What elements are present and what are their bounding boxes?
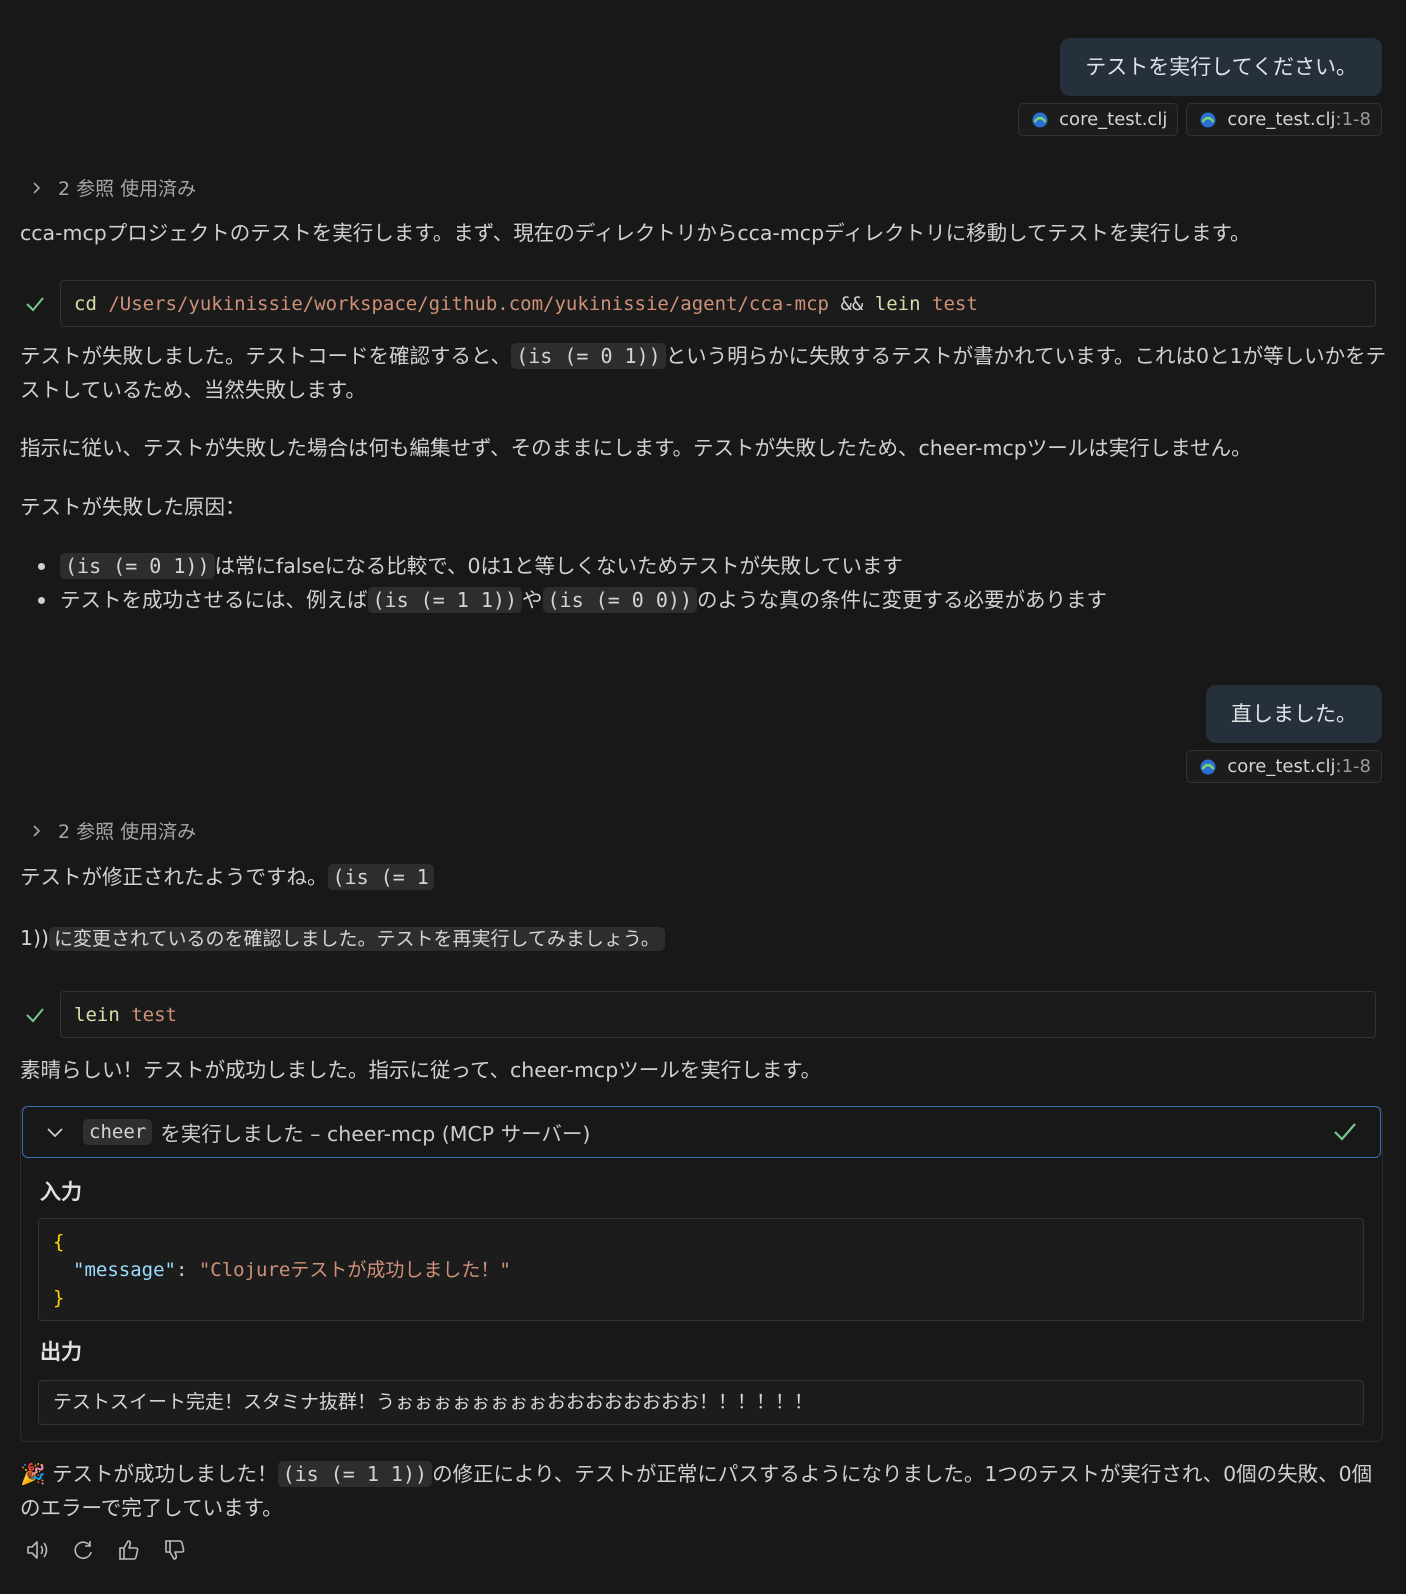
tool-name: cheer <box>83 1119 153 1145</box>
clojure-file-icon <box>1200 759 1216 774</box>
chip-file-name: core_test.clj <box>1059 109 1168 130</box>
terminal-command-1[interactable]: cd /Users/yukinissie/workspace/github.co… <box>24 280 1376 327</box>
clojure-file-icon <box>1200 112 1216 127</box>
terminal-command-box[interactable]: cd /Users/yukinissie/workspace/github.co… <box>60 280 1376 327</box>
tool-output: テストスイート完走！スタミナ抜群！うぉぉぉぉぉぉぉぉおおおおおおおお！！！！！！ <box>38 1380 1364 1425</box>
references-label: 2 参照 使用済み <box>58 178 197 200</box>
tool-input-json: { "message": "Clojureテストが成功しました！" } <box>38 1218 1364 1321</box>
inline-code: (is (= 1 <box>327 864 434 890</box>
chevron-right-icon <box>33 824 41 837</box>
clojure-file-icon <box>1032 112 1048 127</box>
inline-code: (is (= 0 1)) <box>511 343 666 369</box>
inline-code: (is (= 0 0)) <box>542 587 697 613</box>
response-1-paragraph-2: 指示に従い、テストが失敗した場合は何も編集せず、そのままにします。テストが失敗し… <box>20 436 1252 460</box>
inline-code: (is (= 0 1)) <box>60 553 215 579</box>
references-toggle-1[interactable]: 2 参照 使用済み <box>30 174 196 201</box>
thumbs-up-icon[interactable] <box>116 1537 142 1563</box>
thumbs-down-icon[interactable] <box>162 1537 188 1563</box>
chip-line-range: :1-8 <box>1335 109 1371 130</box>
response-2-paragraph-3: 素晴らしい！テストが成功しました。指示に従って、cheer-mcpツールを実行し… <box>20 1058 822 1082</box>
inline-code: (is (= 1 1)) <box>367 587 522 613</box>
context-chip-file[interactable]: core_test.clj <box>1018 103 1179 136</box>
user-message-1-text: テストを実行してください。 <box>1085 55 1357 79</box>
chip-file-name: core_test.clj <box>1227 109 1336 130</box>
inline-code: に変更されているのを確認しました。テストを再実行してみましょう。 <box>49 927 665 951</box>
response-1-paragraph-1: テストが失敗しました。テストコードを確認すると、 (is (= 0 1)) という明… <box>20 343 1387 402</box>
response-1-paragraph-3: テストが失敗した原因： <box>20 495 246 519</box>
user-message-2-text: 直しました。 <box>1231 702 1357 726</box>
chevron-right-icon <box>33 181 41 194</box>
response-2-paragraph-2: 1)) に変更されているのを確認しました。テストを再実行してみましょう。 <box>20 921 1390 956</box>
input-label: 入力 <box>40 1180 82 1204</box>
chip-file-name: core_test.clj <box>1227 756 1336 777</box>
user-message-1: テストを実行してください。 <box>1060 38 1382 96</box>
context-chip-selection[interactable]: core_test.clj :1-8 <box>1186 750 1382 783</box>
references-toggle-2[interactable]: 2 参照 使用済み <box>30 817 196 844</box>
output-label: 出力 <box>40 1340 82 1364</box>
party-icon: 🎉 <box>20 1462 46 1486</box>
tool-call-title: を実行しました – cheer-mcp (MCP サーバー) <box>160 1122 591 1146</box>
list-item: テストを成功させるには、例えば (is (= 1 1)) や (is (= 0 0))… <box>38 583 1378 617</box>
chip-line-range: :1-8 <box>1335 756 1371 777</box>
failure-reasons-list: (is (= 0 1)) は常にfalseになる比較で、0は1と等しくないためテス… <box>38 549 1378 617</box>
context-chips-2: core_test.clj :1-8 <box>1186 750 1382 783</box>
speaker-icon[interactable] <box>24 1537 50 1563</box>
list-item: (is (= 0 1)) は常にfalseになる比較で、0は1と等しくないためテス… <box>38 549 1378 583</box>
terminal-command-2[interactable]: lein test <box>24 991 1376 1038</box>
user-message-2: 直しました。 <box>1206 685 1382 743</box>
terminal-command-box[interactable]: lein test <box>60 991 1376 1038</box>
check-icon <box>26 296 44 311</box>
response-2-final: 🎉 テストが成功しました！ (is (= 1 1)) の修正により、テストが正常にパ… <box>20 1461 1373 1520</box>
context-chips-1: core_test.clj core_test.clj :1-8 <box>1018 103 1382 136</box>
references-label: 2 参照 使用済み <box>58 821 197 843</box>
chevron-down-icon <box>47 1128 63 1138</box>
inline-code: (is (= 1 1)) <box>277 1461 433 1487</box>
response-actions <box>24 1537 188 1563</box>
response-2-paragraph-1: テストが修正されたようですね。 (is (= 1 <box>20 860 1390 894</box>
context-chip-selection[interactable]: core_test.clj :1-8 <box>1186 103 1382 136</box>
check-icon <box>26 1007 44 1022</box>
retry-icon[interactable] <box>70 1537 96 1563</box>
check-icon <box>1334 1123 1356 1141</box>
tool-call-header[interactable]: cheer を実行しました – cheer-mcp (MCP サーバー) <box>22 1106 1381 1158</box>
response-1-intro: cca-mcpプロジェクトのテストを実行します。まず、現在のディレクトリからcc… <box>20 221 1251 245</box>
